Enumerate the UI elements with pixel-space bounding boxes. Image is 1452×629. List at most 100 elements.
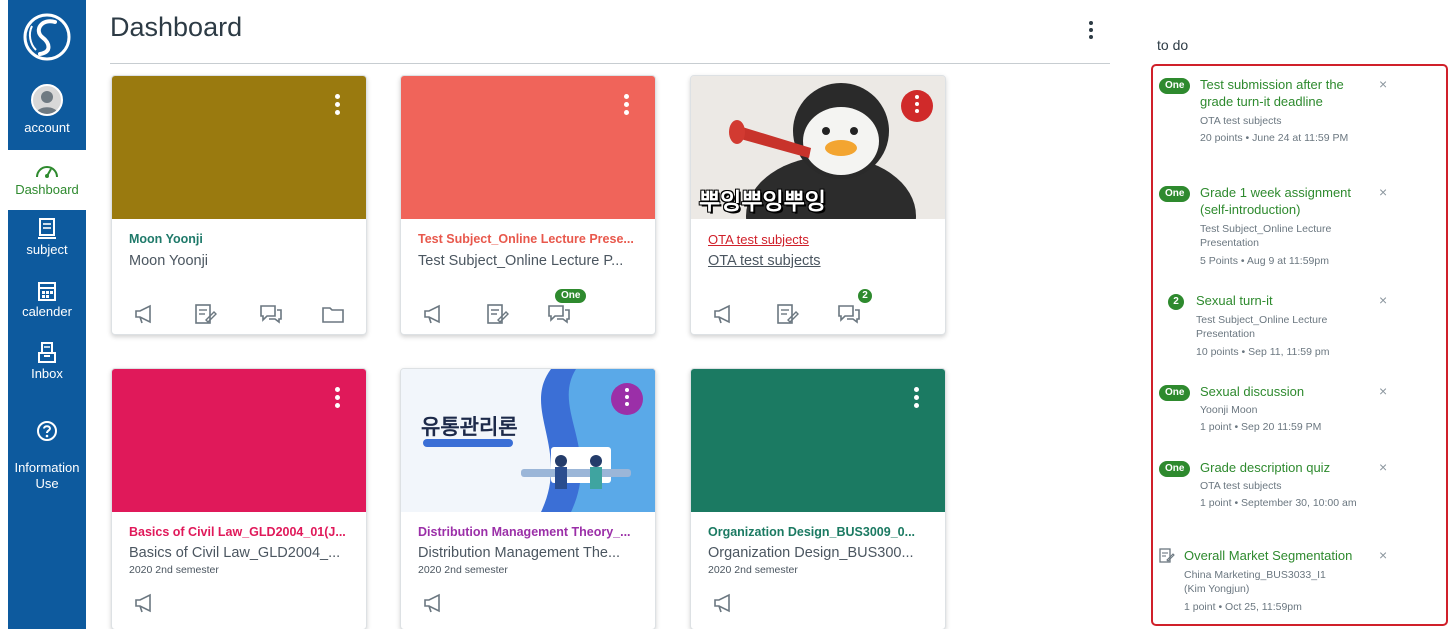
- dismiss-icon[interactable]: ×: [1379, 184, 1387, 200]
- dashboard-options-button[interactable]: [1083, 18, 1099, 42]
- course-card-term: 2020 2nd semester: [708, 564, 798, 576]
- discussions-icon[interactable]: [836, 302, 862, 326]
- announcements-icon[interactable]: [711, 302, 737, 326]
- nav-label-dashboard: Dashboard: [15, 182, 79, 197]
- nav-label-calender: calender: [22, 304, 72, 319]
- todo-heading: to do: [1157, 37, 1189, 53]
- card-options-button[interactable]: [330, 387, 344, 413]
- school-logo[interactable]: [22, 10, 72, 64]
- announcements-icon[interactable]: [711, 591, 737, 615]
- todo-item-course: Yoonji Moon: [1200, 404, 1258, 416]
- nav-item-subject[interactable]: subject: [8, 218, 86, 258]
- nav-item-account[interactable]: account: [8, 84, 86, 136]
- announcements-icon[interactable]: [421, 591, 447, 615]
- course-card-title[interactable]: Test Subject_Online Lecture Prese...: [418, 232, 643, 246]
- todo-item-title[interactable]: Overall Market Segmentation: [1184, 547, 1374, 564]
- course-card-term: 2020 2nd semester: [129, 564, 219, 576]
- nav-item-calender[interactable]: calender: [8, 280, 86, 320]
- discussions-icon[interactable]: [258, 302, 284, 326]
- assignments-icon[interactable]: [192, 302, 218, 326]
- todo-item-meta: 1 point • Sep 20 11:59 PM: [1200, 421, 1322, 433]
- nav-label-subject: subject: [26, 242, 68, 257]
- course-card-hero[interactable]: [112, 369, 366, 512]
- course-card-title[interactable]: Moon Yoonji: [129, 232, 354, 246]
- dismiss-icon[interactable]: ×: [1379, 383, 1387, 399]
- todo-item-title[interactable]: Grade description quiz: [1200, 459, 1360, 476]
- course-card[interactable]: Basics of Civil Law_GLD2004_01(J... Basi…: [111, 368, 367, 629]
- course-card[interactable]: 유통관리론 Distribution Management Theory_...…: [400, 368, 656, 629]
- nav-item-information-use[interactable]: Information Use: [8, 404, 86, 492]
- course-card[interactable]: Moon Yoonji Moon Yoonji: [111, 75, 367, 335]
- todo-item-course: Test Subject_Online Lecture Presentation: [1196, 314, 1328, 340]
- dismiss-icon[interactable]: ×: [1379, 292, 1387, 308]
- card-options-button[interactable]: [909, 387, 923, 413]
- announcements-icon[interactable]: [132, 302, 158, 326]
- dismiss-icon[interactable]: ×: [1379, 76, 1387, 92]
- dashboard-icon: [36, 166, 58, 178]
- course-card-subtitle: Organization Design_BUS300...: [708, 545, 914, 561]
- todo-badge: 2: [1168, 294, 1184, 310]
- course-card-title[interactable]: Organization Design_BUS3009_0...: [708, 525, 933, 539]
- course-card[interactable]: 뿌잉뿌잉뿌잉 OTA test subjects OTA test subjec…: [690, 75, 946, 335]
- todo-badge: One: [1159, 186, 1191, 202]
- course-card[interactable]: Test Subject_Online Lecture Prese... Tes…: [400, 75, 656, 335]
- course-card-hero[interactable]: [112, 76, 366, 219]
- course-card-title[interactable]: OTA test subjects: [708, 232, 933, 247]
- help-icon: [37, 421, 57, 441]
- card-options-button[interactable]: [901, 90, 933, 122]
- hero-caption: 뿌잉뿌잉뿌잉: [699, 189, 826, 215]
- nav-label-account: account: [24, 120, 70, 135]
- course-card-subtitle: Test Subject_Online Lecture P...: [418, 253, 624, 269]
- assignment-icon: [1159, 548, 1175, 563]
- courses-icon: [38, 218, 56, 239]
- unread-badge: One: [554, 288, 588, 304]
- todo-list: One Test submission after the grade turn…: [1151, 64, 1448, 626]
- course-card-term: 2020 2nd semester: [418, 564, 508, 576]
- announcements-icon[interactable]: [132, 591, 158, 615]
- assignments-icon[interactable]: [484, 302, 510, 326]
- todo-item-title[interactable]: Sexual discussion: [1200, 383, 1360, 400]
- course-card-title[interactable]: Distribution Management Theory_...: [418, 525, 643, 539]
- todo-badge: One: [1159, 385, 1191, 401]
- global-navigation: account Dashboard subject calender Inbox…: [8, 0, 86, 629]
- course-card-title[interactable]: Basics of Civil Law_GLD2004_01(J...: [129, 525, 354, 539]
- todo-item-meta: 5 Points • Aug 9 at 11:59pm: [1200, 255, 1329, 267]
- course-card[interactable]: Organization Design_BUS3009_0... Organiz…: [690, 368, 946, 629]
- dismiss-icon[interactable]: ×: [1379, 547, 1387, 563]
- header-divider: [110, 63, 1110, 64]
- nav-item-inbox[interactable]: Inbox: [8, 342, 86, 382]
- todo-item-course: OTA test subjects: [1200, 480, 1282, 492]
- todo-item-title[interactable]: Test submission after the grade turn-it …: [1200, 76, 1360, 110]
- calendar-icon: [38, 282, 56, 301]
- course-card-hero[interactable]: [691, 369, 945, 512]
- dismiss-icon[interactable]: ×: [1379, 459, 1387, 475]
- nav-label-information-use: Information Use: [14, 460, 80, 491]
- nav-label-inbox: Inbox: [31, 366, 63, 381]
- todo-item-meta: 1 point • September 30, 10:00 am: [1200, 497, 1357, 509]
- todo-item-course: China Marketing_BUS3033_I1 (Kim Yongjun): [1184, 569, 1326, 595]
- nav-item-dashboard[interactable]: Dashboard: [8, 150, 86, 210]
- files-icon[interactable]: [320, 302, 346, 326]
- avatar: [31, 84, 63, 116]
- todo-item-meta: 10 points • Sep 11, 11:59 pm: [1196, 346, 1330, 358]
- inbox-icon: [38, 342, 56, 363]
- card-options-button[interactable]: [611, 383, 643, 415]
- card-options-button[interactable]: [619, 94, 633, 120]
- page-title: Dashboard: [110, 12, 243, 42]
- todo-item-title[interactable]: Sexual turn-it: [1196, 292, 1356, 309]
- assignments-icon[interactable]: [774, 302, 800, 326]
- unread-badge: 2: [857, 288, 873, 304]
- course-card-hero[interactable]: 뿌잉뿌잉뿌잉: [691, 76, 945, 276]
- todo-item-meta: 1 point • Oct 25, 11:59pm: [1184, 601, 1302, 613]
- todo-item-course: Test Subject_Online Lecture Presentation: [1200, 223, 1332, 249]
- announcements-icon[interactable]: [421, 302, 447, 326]
- course-card-hero[interactable]: [401, 76, 655, 219]
- todo-badge: One: [1159, 78, 1191, 94]
- discussions-icon[interactable]: [546, 302, 572, 326]
- todo-item-course: OTA test subjects: [1200, 115, 1282, 127]
- todo-item-title[interactable]: Grade 1 week assignment (self-introducti…: [1200, 184, 1360, 218]
- course-card-hero[interactable]: 유통관리론: [401, 369, 655, 512]
- todo-item-meta: 20 points • June 24 at 11:59 PM: [1200, 132, 1349, 144]
- course-card-subtitle: OTA test subjects: [708, 253, 821, 269]
- card-options-button[interactable]: [330, 94, 344, 120]
